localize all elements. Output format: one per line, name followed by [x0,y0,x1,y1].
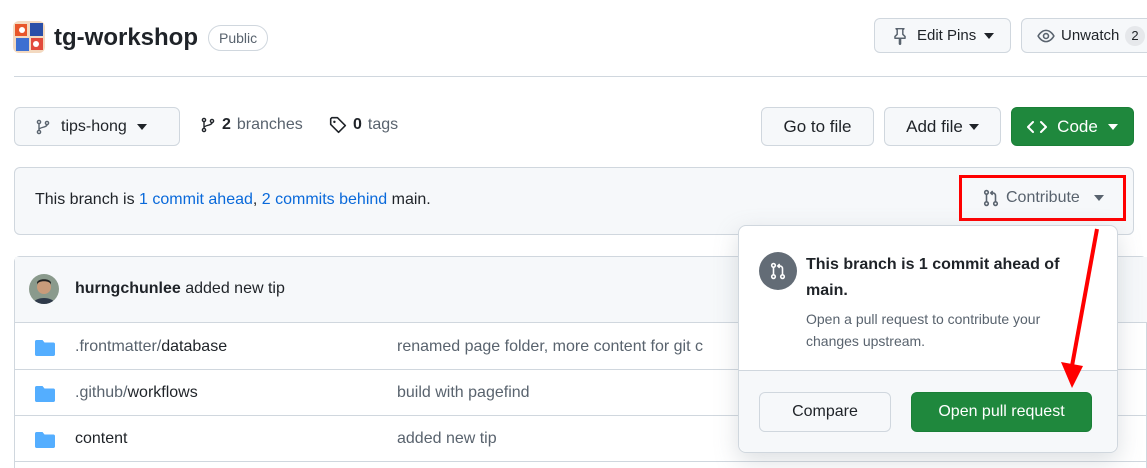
folder-icon [35,340,55,356]
edit-pins-label: Edit Pins [917,27,977,44]
latest-commit-message: hurngchunlee added new tip [75,280,285,298]
contribute-button[interactable]: Contribute [959,175,1126,221]
current-branch-label: tips-hong [61,117,127,135]
header-divider [14,76,1147,77]
caret-down-icon [968,123,979,130]
avatar[interactable] [29,274,59,304]
watch-count: 2 [1125,25,1145,46]
open-pull-request-button[interactable]: Open pull request [911,392,1092,432]
edit-pins-button[interactable]: Edit Pins [874,18,1011,53]
file-name[interactable]: .frontmatter/database [75,338,227,356]
popover-description: Open a pull request to contribute your c… [806,311,1041,349]
repo-avatar [13,21,45,53]
branch-compare-text: This branch is 1 commit ahead, 2 commits… [35,191,431,209]
file-commit-message[interactable]: added new tip [397,430,497,448]
visibility-badge: Public [208,25,269,51]
commit-text[interactable]: added new tip [185,280,285,297]
file-commit-message[interactable]: renamed page folder, more content for gi… [397,338,703,356]
branches-count: 2 [222,116,231,133]
file-dir: .frontmatter/ [75,338,162,355]
pull-request-icon [983,189,999,207]
git-branch-icon [201,117,215,133]
tag-icon [329,116,347,134]
pin-icon [894,27,906,45]
add-file-label: Add file [906,116,963,136]
branches-link[interactable]: 2 branches [200,116,303,134]
popover-title: This branch is 1 commit ahead of main. [806,256,1060,299]
file-name[interactable]: content [75,430,127,448]
unwatch-label: Unwatch [1061,27,1120,44]
file-leaf: content [75,430,128,447]
git-branch-icon [36,119,50,134]
caret-down-icon [136,123,147,130]
commit-author[interactable]: hurngchunlee [75,280,181,297]
commits-ahead-link[interactable]: 1 commit ahead [139,191,253,208]
file-name[interactable]: .github/workflows [75,384,198,402]
code-button[interactable]: Code [1011,107,1134,146]
branch-selector-button[interactable]: tips-hong [14,107,180,146]
compare-separator: , [252,191,262,208]
caret-down-icon [984,32,995,39]
unwatch-button[interactable]: Unwatch 2 [1021,18,1147,53]
file-leaf: database [161,338,228,355]
folder-icon [35,386,55,402]
file-dir: .github/ [75,384,128,401]
add-file-button[interactable]: Add file [884,107,1001,146]
commits-behind-link[interactable]: 2 commits behind [262,191,387,208]
compare-suffix: main. [387,191,431,208]
compare-prefix: This branch is [35,191,140,208]
contribute-label: Contribute [1006,189,1080,206]
file-leaf: workflows [127,384,198,401]
file-commit-message[interactable]: build with pagefind [397,384,530,402]
caret-down-icon [1093,195,1104,201]
compare-button[interactable]: Compare [759,392,891,432]
tags-link[interactable]: 0 tags [329,116,398,134]
pull-request-icon [759,252,797,290]
repo-name[interactable]: tg-workshop [54,22,198,54]
code-icon [1027,120,1048,133]
code-label: Code [1057,116,1098,136]
eye-icon [1037,29,1055,42]
branches-label: branches [236,116,303,133]
folder-icon [35,432,55,448]
go-to-file-button[interactable]: Go to file [761,107,874,146]
caret-down-icon [1107,123,1118,130]
tags-label: tags [367,116,399,133]
tags-count: 0 [353,116,362,133]
